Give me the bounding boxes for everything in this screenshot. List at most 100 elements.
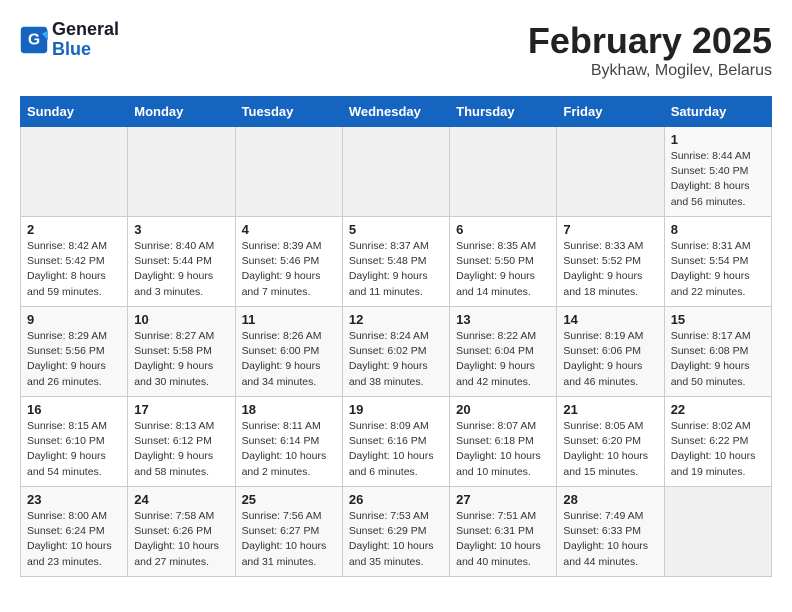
week-row-3: 16Sunrise: 8:15 AM Sunset: 6:10 PM Dayli… [21,397,772,487]
day-cell: 24Sunrise: 7:58 AM Sunset: 6:26 PM Dayli… [128,487,235,577]
day-cell: 22 Sunrise: 8:02 AM Sunset: 6:22 PM Dayli… [664,397,771,487]
day-cell: 15 Sunrise: 8:17 AM Sunset: 6:08 PM Dayli… [664,307,771,397]
week-row-2: 9 Sunrise: 8:29 AM Sunset: 5:56 PM Daylig… [21,307,772,397]
day-cell: 11Sunrise: 8:26 AM Sunset: 6:00 PM Dayli… [235,307,342,397]
day-number: 28 [563,492,657,507]
day-cell: 17 Sunrise: 8:13 AM Sunset: 6:12 PM Dayli… [128,397,235,487]
day-number: 10 [134,312,228,327]
day-info: Sunrise: 8:05 AM Sunset: 6:20 PM Dayligh… [563,419,657,480]
calendar-header-row: SundayMondayTuesdayWednesdayThursdayFrid… [21,97,772,127]
day-info: Sunrise: 8:24 AM Sunset: 6:02 PM Dayligh… [349,329,443,390]
day-number: 16 [27,402,121,417]
day-number: 25 [242,492,336,507]
day-cell: 18Sunrise: 8:11 AM Sunset: 6:14 PM Dayli… [235,397,342,487]
day-info: Sunrise: 7:56 AM Sunset: 6:27 PM Dayligh… [242,509,336,570]
day-number: 20 [456,402,550,417]
day-info: Sunrise: 8:39 AM Sunset: 5:46 PM Dayligh… [242,239,336,300]
day-number: 22 [671,402,765,417]
day-cell [557,127,664,217]
day-number: 18 [242,402,336,417]
day-number: 26 [349,492,443,507]
day-number: 6 [456,222,550,237]
day-cell [235,127,342,217]
day-cell: 16Sunrise: 8:15 AM Sunset: 6:10 PM Dayli… [21,397,128,487]
day-cell [342,127,449,217]
week-row-4: 23 Sunrise: 8:00 AM Sunset: 6:24 PM Dayli… [21,487,772,577]
day-number: 23 [27,492,121,507]
day-info: Sunrise: 7:49 AM Sunset: 6:33 PM Dayligh… [563,509,657,570]
day-cell: 7Sunrise: 8:33 AM Sunset: 5:52 PM Daylig… [557,217,664,307]
day-cell: 10 Sunrise: 8:27 AM Sunset: 5:58 PM Dayli… [128,307,235,397]
day-cell: 25 Sunrise: 7:56 AM Sunset: 6:27 PM Dayli… [235,487,342,577]
day-number: 12 [349,312,443,327]
day-cell [128,127,235,217]
logo-line1: General [52,20,119,40]
header-tuesday: Tuesday [235,97,342,127]
header-friday: Friday [557,97,664,127]
day-cell: 27Sunrise: 7:51 AM Sunset: 6:31 PM Dayli… [450,487,557,577]
top-bar: G General Blue February 2025 Bykhaw, Mog… [20,20,772,88]
day-cell: 3Sunrise: 8:40 AM Sunset: 5:44 PM Daylig… [128,217,235,307]
day-number: 19 [349,402,443,417]
day-cell [664,487,771,577]
day-cell: 23 Sunrise: 8:00 AM Sunset: 6:24 PM Dayli… [21,487,128,577]
header-wednesday: Wednesday [342,97,449,127]
day-number: 5 [349,222,443,237]
day-cell: 14Sunrise: 8:19 AM Sunset: 6:06 PM Dayli… [557,307,664,397]
day-number: 2 [27,222,121,237]
month-title: February 2025 [528,20,772,62]
svg-text:G: G [28,31,40,48]
day-cell: 21 Sunrise: 8:05 AM Sunset: 6:20 PM Dayli… [557,397,664,487]
day-info: Sunrise: 7:51 AM Sunset: 6:31 PM Dayligh… [456,509,550,570]
day-cell: 13Sunrise: 8:22 AM Sunset: 6:04 PM Dayli… [450,307,557,397]
day-info: Sunrise: 8:09 AM Sunset: 6:16 PM Dayligh… [349,419,443,480]
day-info: Sunrise: 8:31 AM Sunset: 5:54 PM Dayligh… [671,239,765,300]
logo-icon: G [20,26,48,54]
location-title: Bykhaw, Mogilev, Belarus [528,62,772,80]
day-cell: 8Sunrise: 8:31 AM Sunset: 5:54 PM Daylig… [664,217,771,307]
day-cell: 1 Sunrise: 8:44 AM Sunset: 5:40 PM Daylig… [664,127,771,217]
day-number: 17 [134,402,228,417]
day-info: Sunrise: 8:44 AM Sunset: 5:40 PM Dayligh… [671,149,765,210]
day-info: Sunrise: 8:13 AM Sunset: 6:12 PM Dayligh… [134,419,228,480]
day-cell [21,127,128,217]
week-row-1: 2 Sunrise: 8:42 AM Sunset: 5:42 PM Daylig… [21,217,772,307]
day-info: Sunrise: 8:37 AM Sunset: 5:48 PM Dayligh… [349,239,443,300]
logo-line2: Blue [52,40,119,60]
logo: G General Blue [20,20,119,60]
day-info: Sunrise: 8:40 AM Sunset: 5:44 PM Dayligh… [134,239,228,300]
day-info: Sunrise: 8:00 AM Sunset: 6:24 PM Dayligh… [27,509,121,570]
day-info: Sunrise: 8:26 AM Sunset: 6:00 PM Dayligh… [242,329,336,390]
day-info: Sunrise: 8:17 AM Sunset: 6:08 PM Dayligh… [671,329,765,390]
header-sunday: Sunday [21,97,128,127]
calendar-table: SundayMondayTuesdayWednesdayThursdayFrid… [20,96,772,577]
day-number: 21 [563,402,657,417]
day-info: Sunrise: 8:02 AM Sunset: 6:22 PM Dayligh… [671,419,765,480]
day-number: 15 [671,312,765,327]
day-info: Sunrise: 8:42 AM Sunset: 5:42 PM Dayligh… [27,239,121,300]
day-cell: 28 Sunrise: 7:49 AM Sunset: 6:33 PM Dayli… [557,487,664,577]
day-cell: 9 Sunrise: 8:29 AM Sunset: 5:56 PM Daylig… [21,307,128,397]
day-info: Sunrise: 8:29 AM Sunset: 5:56 PM Dayligh… [27,329,121,390]
day-cell: 4 Sunrise: 8:39 AM Sunset: 5:46 PM Daylig… [235,217,342,307]
day-cell: 19 Sunrise: 8:09 AM Sunset: 6:16 PM Dayli… [342,397,449,487]
day-number: 1 [671,132,765,147]
title-area: February 2025 Bykhaw, Mogilev, Belarus [528,20,772,80]
day-number: 14 [563,312,657,327]
day-number: 4 [242,222,336,237]
day-info: Sunrise: 8:35 AM Sunset: 5:50 PM Dayligh… [456,239,550,300]
header-saturday: Saturday [664,97,771,127]
header-thursday: Thursday [450,97,557,127]
day-number: 9 [27,312,121,327]
day-cell: 5 Sunrise: 8:37 AM Sunset: 5:48 PM Daylig… [342,217,449,307]
day-cell: 26Sunrise: 7:53 AM Sunset: 6:29 PM Dayli… [342,487,449,577]
day-info: Sunrise: 8:22 AM Sunset: 6:04 PM Dayligh… [456,329,550,390]
header-monday: Monday [128,97,235,127]
day-cell: 6 Sunrise: 8:35 AM Sunset: 5:50 PM Daylig… [450,217,557,307]
day-number: 7 [563,222,657,237]
day-cell: 2 Sunrise: 8:42 AM Sunset: 5:42 PM Daylig… [21,217,128,307]
day-info: Sunrise: 8:27 AM Sunset: 5:58 PM Dayligh… [134,329,228,390]
week-row-0: 1 Sunrise: 8:44 AM Sunset: 5:40 PM Daylig… [21,127,772,217]
day-cell [450,127,557,217]
day-info: Sunrise: 8:07 AM Sunset: 6:18 PM Dayligh… [456,419,550,480]
